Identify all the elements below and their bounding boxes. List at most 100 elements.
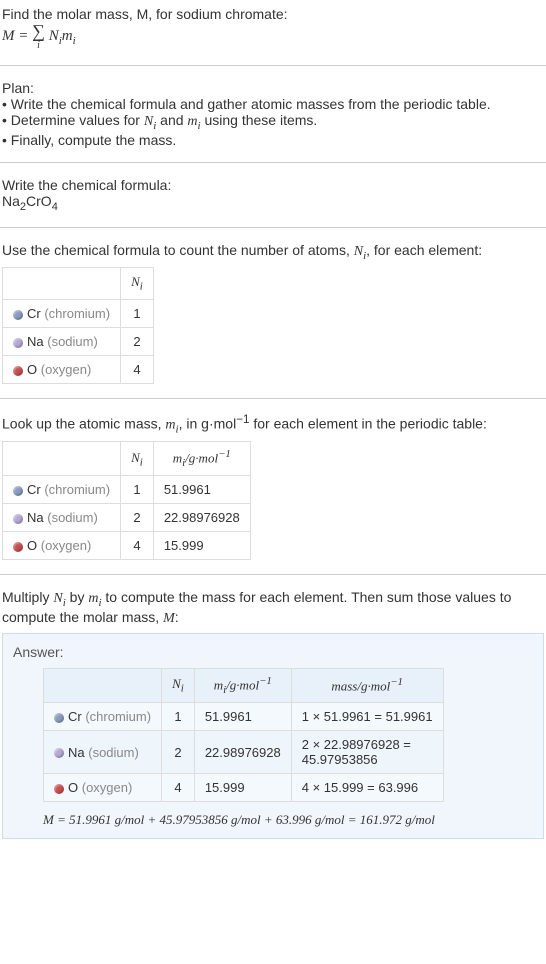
element-dot-icon <box>54 748 64 758</box>
col-n: Ni <box>121 442 154 476</box>
divider <box>0 227 546 228</box>
formula-n: N <box>49 28 59 44</box>
cf-4: 4 <box>52 201 58 213</box>
plan-b2-a: • Determine values for <box>2 112 144 128</box>
table-row: Na (sodium) 2 22.98976928 <box>3 504 251 532</box>
answer-table: Ni mi/g·mol−1 mass/g·mol−1 Cr (chromium)… <box>43 668 444 802</box>
sigma-icon: ∑ <box>32 21 45 41</box>
final-equation: M = 51.9961 g/mol + 45.97953856 g/mol + … <box>13 812 533 828</box>
m-cell: 15.999 <box>153 532 250 560</box>
step1-heading: Write the chemical formula: <box>2 177 544 193</box>
element-dot-icon <box>13 514 23 524</box>
intro-section: Find the molar mass, M, for sodium chrom… <box>0 0 546 57</box>
n-cell: 1 <box>162 703 195 731</box>
step-formula-section: Write the chemical formula: Na2CrO4 <box>0 171 546 219</box>
divider <box>0 65 546 66</box>
col-n-sym: N <box>172 676 181 691</box>
col-blank <box>3 268 121 300</box>
col-n-sub: i <box>140 456 143 468</box>
s3h-c: for each element in the periodic table: <box>249 416 486 432</box>
mass-cell: 4 × 15.999 = 63.996 <box>291 774 443 802</box>
col-m-sym: m <box>173 451 182 466</box>
elem-sym: Cr <box>68 709 82 724</box>
answer-label: Answer: <box>13 644 533 660</box>
formula-m: m <box>62 28 73 44</box>
element-cell: O (oxygen) <box>44 774 162 802</box>
cf-cro: CrO <box>26 193 52 209</box>
mass-table: Ni mi/g·mol−1 Cr (chromium) 1 51.9961 Na… <box>2 441 251 560</box>
elem-sym: Cr <box>27 306 41 321</box>
col-m-exp: −1 <box>218 448 231 460</box>
elem-sym: O <box>27 538 37 553</box>
element-cell: Cr (chromium) <box>44 703 162 731</box>
s4h-a: Multiply <box>2 589 53 605</box>
n-cell: 4 <box>121 355 154 383</box>
elem-sym: O <box>68 780 78 795</box>
table-row: O (oxygen) 4 15.999 <box>3 532 251 560</box>
plan-bullet-3: • Finally, compute the mass. <box>2 132 544 148</box>
col-n-sym: N <box>131 274 140 289</box>
plan-bullet-1: • Write the chemical formula and gather … <box>2 96 544 112</box>
element-dot-icon <box>13 366 23 376</box>
plan-section: Plan: • Write the chemical formula and g… <box>0 74 546 154</box>
formula-lhs: M = <box>2 28 32 44</box>
intro-text: Find the molar mass, M, for sodium chrom… <box>2 6 544 22</box>
element-cell: O (oxygen) <box>3 355 121 383</box>
var-n: N <box>144 114 153 129</box>
table-header-row: Ni mi/g·mol−1 mass/g·mol−1 <box>44 669 444 703</box>
col-blank <box>44 669 162 703</box>
n-cell: 4 <box>162 774 195 802</box>
element-dot-icon <box>13 486 23 496</box>
cf-na: Na <box>2 193 20 209</box>
step-count-section: Use the chemical formula to count the nu… <box>0 236 546 390</box>
elem-name: (chromium) <box>85 709 151 724</box>
element-cell: Na (sodium) <box>44 731 162 774</box>
sum-symbol: ∑ i <box>32 22 45 51</box>
s4h-b: by <box>66 589 89 605</box>
element-cell: O (oxygen) <box>3 532 121 560</box>
answer-box: Answer: Ni mi/g·mol−1 mass/g·mol−1 Cr (c… <box>2 633 544 839</box>
plan-bullet-2: • Determine values for Ni and mi using t… <box>2 112 544 132</box>
n-cell: 2 <box>121 327 154 355</box>
s2h-a: Use the chemical formula to count the nu… <box>2 242 354 258</box>
mass-cell: 2 × 22.98976928 = 45.97953856 <box>291 731 443 774</box>
s4h-n: N <box>53 591 62 606</box>
m-cell: 15.999 <box>194 774 291 802</box>
elem-name: (chromium) <box>44 306 110 321</box>
plan-b2-c: using these items. <box>201 112 318 128</box>
table-row: Cr (chromium) 1 51.9961 1 × 51.9961 = 51… <box>44 703 444 731</box>
col-n-sym: N <box>131 450 140 465</box>
element-dot-icon <box>54 784 64 794</box>
n-cell: 2 <box>162 731 195 774</box>
s2h-b: , for each element: <box>366 242 482 258</box>
table-row: Na (sodium) 2 22.98976928 2 × 22.9897692… <box>44 731 444 774</box>
s4h-M: M <box>163 611 175 626</box>
col-m-sym: m <box>214 677 223 692</box>
elem-name: (sodium) <box>47 510 98 525</box>
table-row: Na (sodium) 2 <box>3 327 154 355</box>
table-row: O (oxygen) 4 <box>3 355 154 383</box>
m-cell: 22.98976928 <box>194 731 291 774</box>
col-blank <box>3 442 121 476</box>
n-cell: 4 <box>121 532 154 560</box>
col-n-sub: i <box>181 683 184 695</box>
plan-b2-b: and <box>156 112 187 128</box>
elem-sym: Na <box>27 334 44 349</box>
mass-cell: 1 × 51.9961 = 51.9961 <box>291 703 443 731</box>
table-header-row: Ni m i/g·mol−1 <box>3 442 251 476</box>
elem-name: (oxygen) <box>41 538 92 553</box>
element-dot-icon <box>54 713 64 723</box>
col-n: Ni <box>162 669 195 703</box>
step4-heading: Multiply Ni by mi to compute the mass fo… <box>2 589 544 627</box>
var-m: m <box>187 114 197 129</box>
elem-sym: O <box>27 362 37 377</box>
s2h-n: N <box>354 244 363 259</box>
col-mass-exp: −1 <box>390 676 403 688</box>
col-m-unit: /g·mol <box>185 451 218 466</box>
n-cell: 1 <box>121 476 154 504</box>
divider <box>0 574 546 575</box>
count-table: Ni Cr (chromium) 1 Na (sodium) 2 O (oxyg… <box>2 267 154 384</box>
s3h-exp: −1 <box>236 413 249 426</box>
n-cell: 2 <box>121 504 154 532</box>
elem-name: (sodium) <box>88 745 139 760</box>
